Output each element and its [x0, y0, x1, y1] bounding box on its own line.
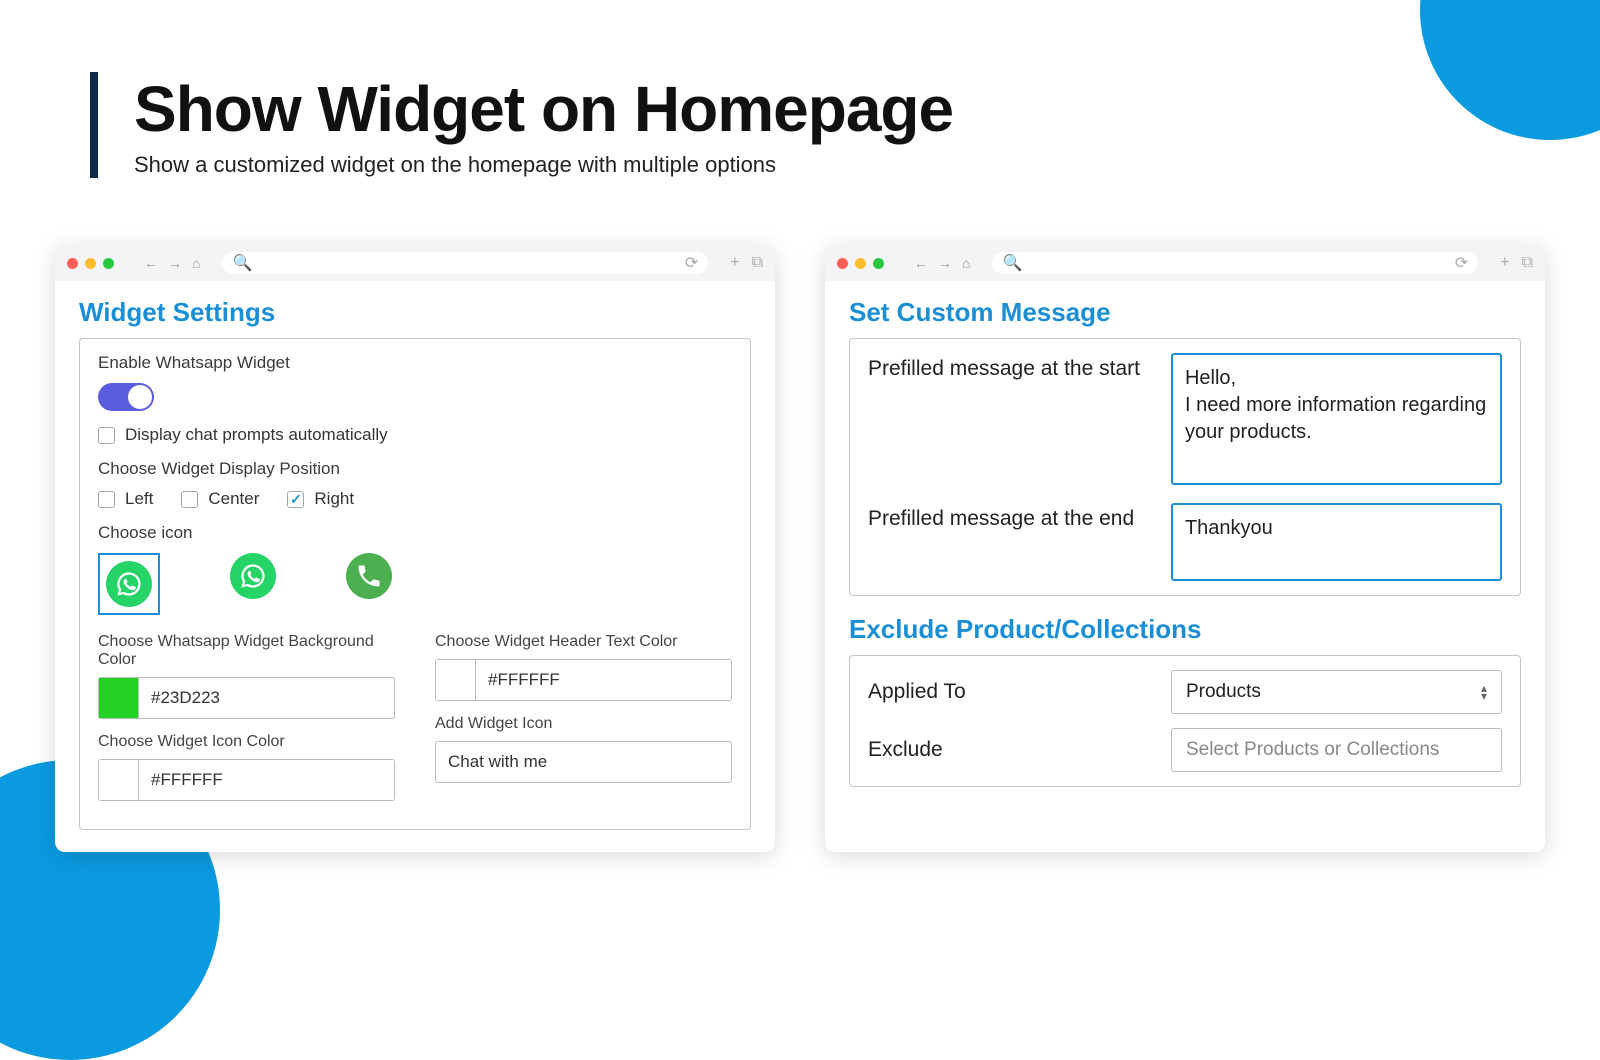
header-text-color-label: Choose Widget Header Text Color: [435, 633, 732, 651]
page-title: Show Widget on Homepage: [134, 72, 953, 146]
pos-left-label: Left: [125, 489, 153, 509]
msg-end-input[interactable]: [1171, 503, 1502, 581]
widget-settings-panel: Enable Whatsapp Widget Display chat prom…: [79, 338, 751, 830]
home-icon[interactable]: ⌂: [962, 255, 970, 271]
custom-message-panel: Prefilled message at the start Prefilled…: [849, 338, 1521, 596]
header-text-color-value[interactable]: #FFFFFF: [476, 660, 731, 700]
icon-option-3[interactable]: [346, 553, 392, 599]
close-icon[interactable]: [837, 258, 848, 269]
chevron-updown-icon: ▴▾: [1481, 684, 1487, 701]
decor-corner-top: [1420, 0, 1600, 140]
forward-icon[interactable]: →: [168, 255, 182, 271]
bg-color-value[interactable]: #23D223: [139, 678, 394, 718]
display-prompts-label: Display chat prompts automatically: [125, 425, 388, 445]
applied-to-label: Applied To: [868, 680, 1147, 704]
minimize-icon[interactable]: [85, 258, 96, 269]
widget-settings-title: Widget Settings: [79, 297, 751, 328]
enable-widget-toggle[interactable]: [98, 383, 154, 411]
browser-chrome: ← → ⌂ 🔍 ⟳ + ⧉: [825, 245, 1545, 281]
reload-icon[interactable]: ⟳: [685, 253, 698, 273]
maximize-icon[interactable]: [873, 258, 884, 269]
icon-color-swatch[interactable]: [99, 760, 139, 800]
minimize-icon[interactable]: [855, 258, 866, 269]
browser-chrome: ← → ⌂ 🔍 ⟳ + ⧉: [55, 245, 775, 281]
exclude-title: Exclude Product/Collections: [849, 614, 1521, 645]
enable-widget-label: Enable Whatsapp Widget: [98, 353, 732, 373]
exclude-select[interactable]: Select Products or Collections: [1171, 728, 1502, 772]
traffic-lights: [67, 258, 114, 269]
new-tab-icon[interactable]: +: [1500, 254, 1509, 272]
tabs-icon[interactable]: ⧉: [752, 254, 763, 272]
header-text-color-field[interactable]: #FFFFFF: [435, 659, 732, 701]
icon-color-label: Choose Widget Icon Color: [98, 733, 395, 751]
pos-right-checkbox[interactable]: ✓: [287, 491, 304, 508]
pos-center-label: Center: [208, 489, 259, 509]
window-custom-message: ← → ⌂ 🔍 ⟳ + ⧉ Set Custom Message Prefill…: [825, 245, 1545, 852]
bg-color-swatch[interactable]: [99, 678, 139, 718]
back-icon[interactable]: ←: [914, 255, 928, 271]
msg-start-label: Prefilled message at the start: [868, 353, 1147, 485]
page-header: Show Widget on Homepage Show a customize…: [90, 72, 953, 178]
forward-icon[interactable]: →: [938, 255, 952, 271]
add-widget-icon-value: Chat with me: [448, 752, 547, 772]
add-widget-icon-input[interactable]: Chat with me: [435, 741, 732, 783]
search-icon: 🔍: [1002, 253, 1022, 273]
home-icon[interactable]: ⌂: [192, 255, 200, 271]
search-icon: 🔍: [232, 253, 252, 273]
display-prompts-checkbox[interactable]: [98, 427, 115, 444]
back-icon[interactable]: ←: [144, 255, 158, 271]
icon-color-value[interactable]: #FFFFFF: [139, 760, 394, 800]
position-label: Choose Widget Display Position: [98, 459, 732, 479]
custom-message-title: Set Custom Message: [849, 297, 1521, 328]
pos-left-checkbox[interactable]: [98, 491, 115, 508]
applied-to-select[interactable]: Products ▴▾: [1171, 670, 1502, 714]
pos-right-label: Right: [314, 489, 354, 509]
exclude-placeholder: Select Products or Collections: [1186, 739, 1439, 761]
maximize-icon[interactable]: [103, 258, 114, 269]
exclude-panel: Applied To Products ▴▾ Exclude Select Pr…: [849, 655, 1521, 787]
address-bar[interactable]: 🔍 ⟳: [992, 252, 1478, 274]
header-text-color-swatch[interactable]: [436, 660, 476, 700]
msg-end-label: Prefilled message at the end: [868, 503, 1147, 581]
add-widget-icon-label: Add Widget Icon: [435, 715, 732, 733]
new-tab-icon[interactable]: +: [730, 254, 739, 272]
exclude-label: Exclude: [868, 738, 1147, 762]
window-widget-settings: ← → ⌂ 🔍 ⟳ + ⧉ Widget Settings Enable Wha…: [55, 245, 775, 852]
pos-center-checkbox[interactable]: [181, 491, 198, 508]
bg-color-field[interactable]: #23D223: [98, 677, 395, 719]
icon-option-2[interactable]: [230, 553, 276, 599]
choose-icon-label: Choose icon: [98, 523, 732, 543]
icon-color-field[interactable]: #FFFFFF: [98, 759, 395, 801]
msg-start-input[interactable]: [1171, 353, 1502, 485]
applied-to-value: Products: [1186, 681, 1261, 703]
page-subtitle: Show a customized widget on the homepage…: [134, 152, 953, 178]
address-bar[interactable]: 🔍 ⟳: [222, 252, 708, 274]
bg-color-label: Choose Whatsapp Widget Background Color: [98, 633, 395, 669]
reload-icon[interactable]: ⟳: [1455, 253, 1468, 273]
whatsapp-icon: [106, 561, 152, 607]
traffic-lights: [837, 258, 884, 269]
icon-option-1[interactable]: [98, 553, 160, 615]
close-icon[interactable]: [67, 258, 78, 269]
tabs-icon[interactable]: ⧉: [1522, 254, 1533, 272]
